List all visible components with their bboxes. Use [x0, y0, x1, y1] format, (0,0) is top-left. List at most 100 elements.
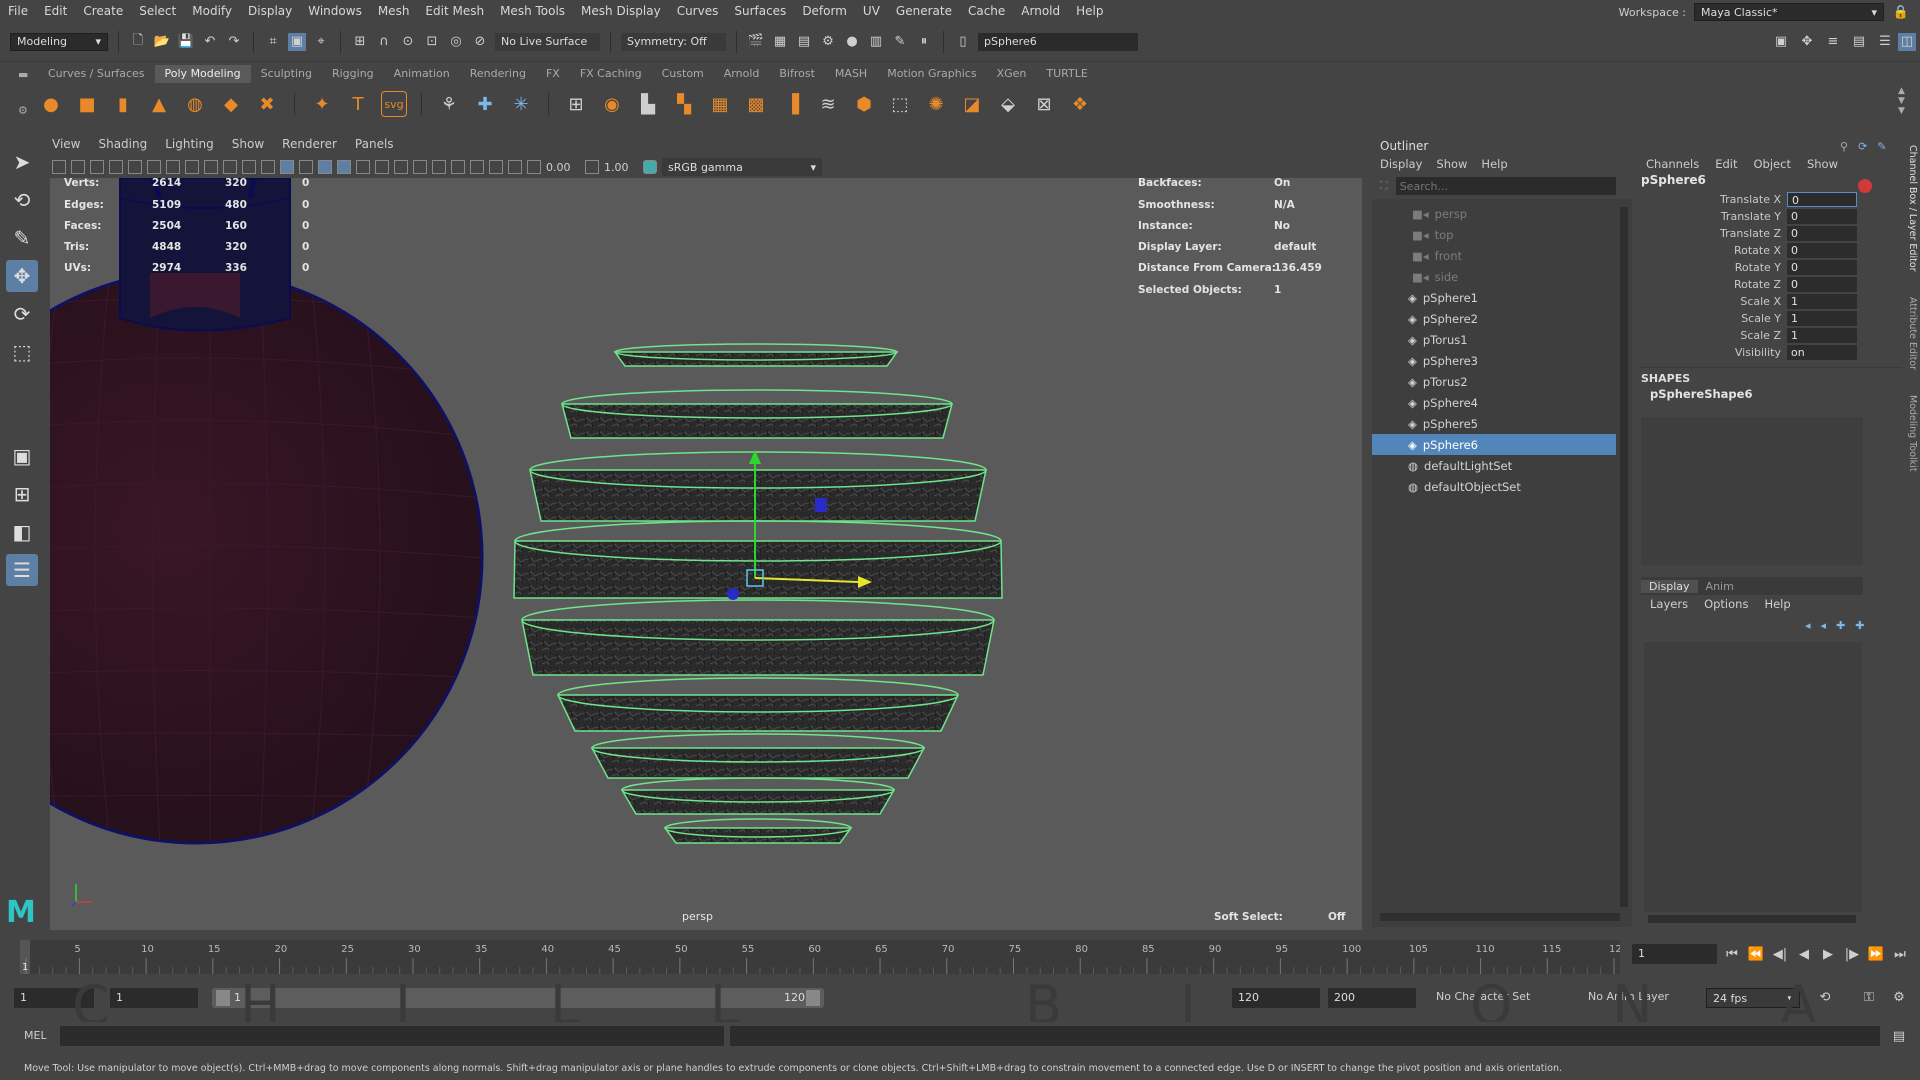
- target-weld-icon[interactable]: ❖: [1067, 91, 1093, 117]
- channel-value[interactable]: 0: [1787, 277, 1857, 292]
- go-to-start-icon[interactable]: ⏮: [1723, 945, 1741, 963]
- move-layer-up-icon[interactable]: ◂: [1805, 619, 1811, 632]
- textured-icon[interactable]: [337, 160, 351, 174]
- outliner-hscrollbar[interactable]: [1380, 913, 1620, 921]
- svg-icon[interactable]: svg: [381, 91, 407, 117]
- pin-icon[interactable]: ⚲: [1840, 140, 1848, 153]
- fill-hole-icon[interactable]: ⬙: [995, 91, 1021, 117]
- scale-tool-icon[interactable]: ⬚: [6, 336, 38, 368]
- range-start-handle[interactable]: [216, 990, 230, 1006]
- bevel-icon[interactable]: ⬚: [887, 91, 913, 117]
- extract-icon[interactable]: ▙: [635, 91, 661, 117]
- tab-anim[interactable]: Anim: [1698, 580, 1742, 593]
- select-tool-icon[interactable]: ➤: [6, 146, 38, 178]
- tab-fx[interactable]: FX: [536, 65, 570, 83]
- snap-live-icon[interactable]: ⊘: [471, 33, 489, 51]
- time-slider[interactable]: 5 10 15 20 25 30 35 40 45 50 55 60 65 70 75 80 85 90 95 100…: [20, 940, 1628, 974]
- safe-action-icon[interactable]: [223, 160, 237, 174]
- tab-xgen[interactable]: XGen: [987, 65, 1037, 83]
- boolean-icon[interactable]: ▚: [671, 91, 697, 117]
- input-mode-icon[interactable]: ▯: [954, 33, 972, 51]
- menu-file[interactable]: File: [0, 4, 36, 18]
- outliner-menu-display[interactable]: Display: [1380, 157, 1422, 171]
- move-tool-icon[interactable]: ✥: [6, 260, 38, 292]
- sync-icon[interactable]: ⟳: [1858, 140, 1867, 153]
- tab-turtle[interactable]: TURTLE: [1036, 65, 1097, 83]
- step-forward-frame-icon[interactable]: |▶: [1843, 945, 1861, 963]
- tab-rendering[interactable]: Rendering: [460, 65, 536, 83]
- menu-mesh-display[interactable]: Mesh Display: [573, 4, 669, 18]
- menu-uv[interactable]: UV: [855, 4, 888, 18]
- vp-menu-view[interactable]: View: [52, 137, 80, 155]
- type-icon[interactable]: T: [345, 91, 371, 117]
- append-icon[interactable]: ◪: [959, 91, 985, 117]
- outliner-item-psphere1[interactable]: ◈ pSphere1: [1372, 287, 1632, 308]
- menu-edit-mesh[interactable]: Edit Mesh: [417, 4, 492, 18]
- wireframe-on-shaded-icon[interactable]: [318, 160, 332, 174]
- film-gate-icon[interactable]: [147, 160, 161, 174]
- poly-cube-icon[interactable]: ■: [74, 91, 100, 117]
- current-frame-field[interactable]: 1: [1632, 944, 1717, 964]
- vp-menu-panels[interactable]: Panels: [355, 137, 394, 155]
- combine-icon[interactable]: ⊞: [563, 91, 589, 117]
- outliner-item-persp[interactable]: ■◂ persp: [1372, 203, 1632, 224]
- depth-of-field-icon[interactable]: [451, 160, 465, 174]
- poly-sphere-icon[interactable]: ●: [38, 91, 64, 117]
- channel-scale-x[interactable]: Scale X 1: [1640, 293, 1902, 310]
- open-scene-icon[interactable]: 📂: [153, 33, 171, 51]
- resolution-gate-icon[interactable]: [166, 160, 180, 174]
- menu-curves[interactable]: Curves: [669, 4, 727, 18]
- menu-arnold[interactable]: Arnold: [1013, 4, 1068, 18]
- channel-value[interactable]: 0: [1787, 226, 1857, 241]
- use-all-lights-icon[interactable]: [356, 160, 370, 174]
- tab-arnold[interactable]: Arnold: [714, 65, 770, 83]
- tab-animation[interactable]: Animation: [384, 65, 460, 83]
- merge-icon[interactable]: ≋: [815, 91, 841, 117]
- separate-icon[interactable]: ◉: [599, 91, 625, 117]
- outliner-item-front[interactable]: ■◂ front: [1372, 245, 1632, 266]
- pause-render-icon[interactable]: ⏸: [915, 33, 933, 51]
- four-view-layout-icon[interactable]: ⊞: [6, 478, 38, 510]
- paint-select-icon[interactable]: ✎: [6, 222, 38, 254]
- filter-icon[interactable]: ⛶: [1380, 179, 1388, 193]
- persp-outliner-layout-icon[interactable]: ◧: [6, 516, 38, 548]
- gate-mask-icon[interactable]: [185, 160, 199, 174]
- outliner-item-defaultobjectset[interactable]: ◍ defaultObjectSet: [1372, 476, 1632, 497]
- tab-sculpting[interactable]: Sculpting: [251, 65, 322, 83]
- safe-title-icon[interactable]: [242, 160, 256, 174]
- single-perspective-layout-icon[interactable]: ▣: [6, 440, 38, 472]
- command-input[interactable]: [60, 1026, 724, 1046]
- snap-grid-icon[interactable]: ⊞: [351, 33, 369, 51]
- cb-menu-edit[interactable]: Edit: [1715, 157, 1737, 171]
- use-default-material-icon[interactable]: [299, 160, 313, 174]
- loop-icon[interactable]: ⟲: [1816, 988, 1834, 1006]
- menu-deform[interactable]: Deform: [794, 4, 855, 18]
- channel-value[interactable]: 0: [1787, 192, 1857, 207]
- step-back-key-icon[interactable]: ⏪: [1747, 945, 1765, 963]
- shelf-scroll[interactable]: ▲ ▼ ▼: [1898, 86, 1905, 116]
- outliner-item-ptorus1[interactable]: ◈ pTorus1: [1372, 329, 1632, 350]
- motion-blur-icon[interactable]: [413, 160, 427, 174]
- outliner-layout-icon[interactable]: ☰: [6, 554, 38, 586]
- object-name-field[interactable]: pSphere6: [978, 32, 1138, 51]
- layer-menu-help[interactable]: Help: [1764, 597, 1790, 611]
- ipr-render-icon[interactable]: ▤: [795, 33, 813, 51]
- outliner-item-psphere6[interactable]: ◈ pSphere6: [1372, 434, 1616, 455]
- move-layer-down-icon[interactable]: ◂: [1821, 619, 1827, 632]
- light-editor-icon[interactable]: ✎: [891, 33, 909, 51]
- redo-icon[interactable]: ↷: [225, 33, 243, 51]
- outliner-item-psphere3[interactable]: ◈ pSphere3: [1372, 350, 1632, 371]
- workspace-dropdown[interactable]: Maya Classic* ▾: [1694, 3, 1884, 21]
- xray-joints-icon[interactable]: [508, 160, 522, 174]
- select-object-icon[interactable]: ▣: [288, 32, 306, 51]
- tab-curves-surfaces[interactable]: Curves / Surfaces: [38, 65, 155, 83]
- outliner-item-top[interactable]: ■◂ top: [1372, 224, 1632, 245]
- snap-point-icon[interactable]: ⊙: [399, 33, 417, 51]
- new-layer-icon[interactable]: ✚: [1836, 619, 1845, 632]
- playback-start-field[interactable]: 1: [110, 988, 198, 1008]
- channel-value[interactable]: 1: [1787, 328, 1857, 343]
- modeling-toolkit-icon[interactable]: ✥: [1798, 33, 1816, 51]
- new-layer-selected-icon[interactable]: ✚: [1855, 619, 1864, 632]
- gamma-value[interactable]: 1.00: [604, 161, 638, 174]
- script-editor-icon[interactable]: ▤: [1890, 1027, 1908, 1045]
